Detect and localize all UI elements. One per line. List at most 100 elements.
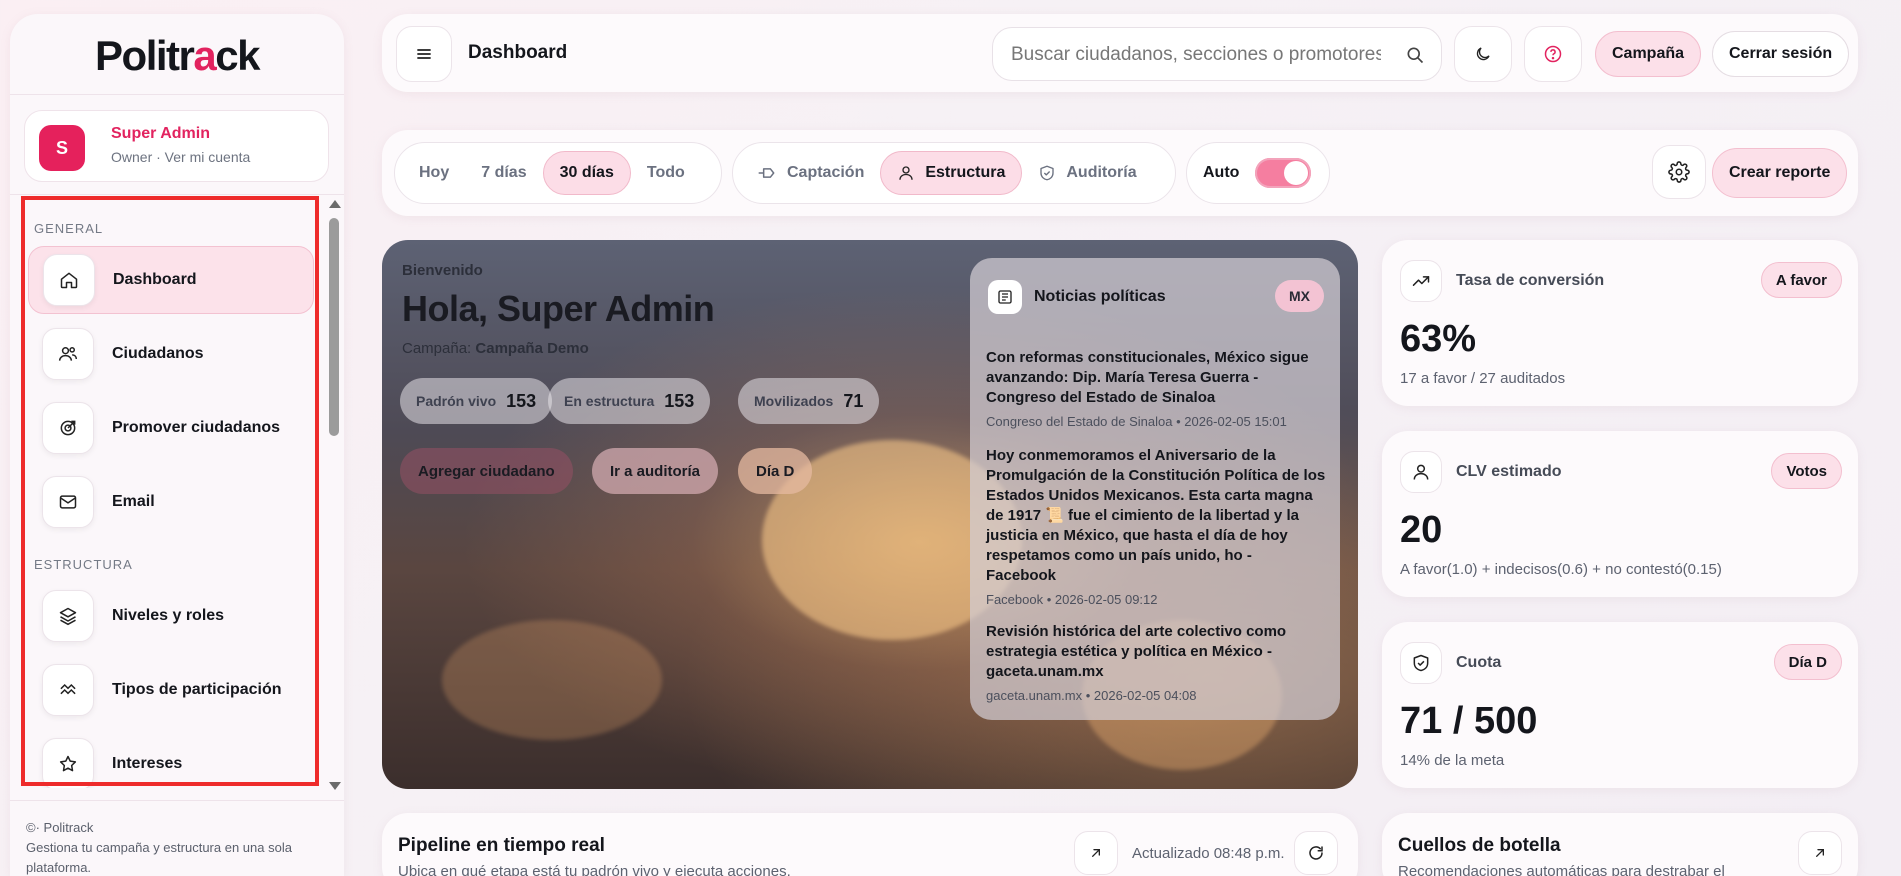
auto-toggle[interactable] <box>1255 158 1312 188</box>
sidebar-item-label: Intereses <box>112 755 183 772</box>
home-icon <box>43 254 95 306</box>
help-button[interactable] <box>1524 26 1582 82</box>
auto-label: Auto <box>1203 164 1240 181</box>
kpi-badge[interactable]: A favor <box>1760 262 1842 298</box>
users-icon <box>42 328 94 380</box>
date-range-selector: Hoy 7 días 30 días Todo <box>394 142 722 204</box>
kpi-label: CLV estimado <box>1456 463 1562 480</box>
kpi-badge[interactable]: Votos <box>1771 453 1842 489</box>
newspaper-icon <box>988 280 1022 314</box>
search-box[interactable] <box>992 27 1442 81</box>
logo-text-main: Politr <box>95 32 195 79</box>
top-bar: Dashboard Campaña Cerrar sesión <box>382 14 1858 92</box>
theme-toggle-button[interactable] <box>1454 26 1512 82</box>
view-captacion[interactable]: Captación <box>741 151 880 195</box>
go-audit-button[interactable]: Ir a auditoría <box>592 448 719 494</box>
news-headline: Con reformas constitucionales, México si… <box>986 349 1309 406</box>
scroll-up-arrow-icon[interactable] <box>329 200 341 208</box>
dia-d-button[interactable]: Día D <box>738 448 813 494</box>
stat-movilizados: Movilizados 71 <box>738 378 880 424</box>
create-report-button[interactable]: Crear reporte <box>1712 148 1848 198</box>
mail-icon <box>42 476 94 528</box>
sidebar-item-email[interactable]: Email <box>28 468 314 536</box>
news-header: Noticias políticas <box>988 280 1166 314</box>
sidebar-item-ciudadanos[interactable]: Ciudadanos <box>28 320 314 388</box>
refresh-button[interactable] <box>1294 831 1338 875</box>
stat-label: Movilizados <box>754 393 834 409</box>
stat-value: 153 <box>506 390 537 411</box>
kpi-badge[interactable]: Día D <box>1773 644 1842 680</box>
politrack-logo[interactable]: Politrack <box>10 32 344 80</box>
sidebar-item-promover[interactable]: Promover ciudadanos <box>28 394 314 462</box>
logo-text-end: ck <box>215 32 260 79</box>
kpi-subtext: 14% de la meta <box>1400 752 1505 769</box>
news-item[interactable]: Revisión histórica del arte colectivo co… <box>986 622 1326 703</box>
sidebar-item-label: Email <box>112 493 155 510</box>
add-citizen-button[interactable]: Agregar ciudadano <box>400 448 573 494</box>
sidebar-item-tipos[interactable]: Tipos de participación <box>28 656 314 724</box>
news-headline: Hoy conmemoramos el Aniversario de la Pr… <box>986 447 1326 584</box>
pipeline-open-button[interactable] <box>1074 831 1118 875</box>
range-today[interactable]: Hoy <box>403 151 465 195</box>
pipeline-card: Pipeline en tiempo real Ubica en qué eta… <box>382 813 1358 876</box>
sidebar-item-dashboard[interactable]: Dashboard <box>28 246 314 314</box>
bottlenecks-title: Cuellos de botella <box>1398 835 1561 856</box>
hero-photo-glow <box>442 620 662 740</box>
help-icon <box>1543 44 1563 64</box>
sidebar-item-intereses[interactable]: Intereses <box>28 730 314 788</box>
sidebar-scrollbar[interactable] <box>327 200 341 790</box>
gear-icon <box>1668 161 1690 183</box>
view-estructura[interactable]: Estructura <box>880 151 1023 195</box>
funnel-icon <box>757 164 777 182</box>
hero-campaign-name: Campaña Demo <box>475 340 589 357</box>
search-icon[interactable] <box>1405 45 1425 65</box>
range-7-days[interactable]: 7 días <box>465 151 542 195</box>
person-icon <box>1400 451 1442 493</box>
view-selector: Captación Estructura Auditoría <box>732 142 1176 204</box>
sidebar-item-niveles[interactable]: Niveles y roles <box>28 582 314 650</box>
pipeline-title: Pipeline en tiempo real <box>398 835 605 856</box>
stat-padron-vivo: Padrón vivo 153 <box>400 378 553 424</box>
kpi-value: 71 / 500 <box>1400 700 1538 742</box>
user-card[interactable]: S Super Admin Owner · Ver mi cuenta <box>24 110 329 182</box>
news-country-badge: MX <box>1275 280 1324 312</box>
search-input[interactable] <box>1011 38 1381 72</box>
sidebar-item-label: Dashboard <box>113 271 197 288</box>
shield-icon <box>1038 164 1056 182</box>
hero-welcome: Bienvenido <box>402 262 483 279</box>
avatar: S <box>39 125 85 171</box>
kpi-label: Tasa de conversión <box>1456 272 1605 289</box>
sidebar-divider <box>10 194 344 195</box>
news-item[interactable]: Hoy conmemoramos el Aniversario de la Pr… <box>986 446 1326 607</box>
scroll-thumb[interactable] <box>329 218 339 436</box>
nav-section-general: GENERAL <box>34 221 104 236</box>
news-meta: Congreso del Estado de Sinaloa • 2026-02… <box>986 414 1287 429</box>
view-auditoria[interactable]: Auditoría <box>1022 151 1152 195</box>
sidebar-item-label: Ciudadanos <box>112 345 204 362</box>
sidebar-nav: GENERAL Dashboard Ciudadanos Promover ci… <box>24 204 314 788</box>
range-30-days[interactable]: 30 días <box>542 151 631 195</box>
news-item[interactable]: Con reformas constitucionales, México si… <box>986 348 1326 429</box>
shield-check-icon <box>1400 642 1442 684</box>
logout-button[interactable]: Cerrar sesión <box>1712 31 1850 77</box>
settings-button[interactable] <box>1652 145 1706 199</box>
layers-icon <box>42 590 94 642</box>
kpi-value: 63% <box>1400 318 1477 360</box>
view-auditoria-label: Auditoría <box>1066 164 1137 181</box>
bottlenecks-open-button[interactable] <box>1798 831 1842 875</box>
arrow-up-right-icon <box>1088 845 1104 861</box>
hamburger-icon <box>416 47 432 61</box>
star-icon <box>42 738 94 788</box>
pipeline-subtitle: Ubica en qué etapa está tu padrón vivo y… <box>398 863 791 876</box>
user-role[interactable]: Owner · Ver mi cuenta <box>111 149 250 165</box>
kpi-subtext: A favor(1.0) + indecisos(0.6) + no conte… <box>1400 561 1722 578</box>
stat-label: Padrón vivo <box>416 393 497 409</box>
range-all[interactable]: Todo <box>631 151 701 195</box>
hero-title: Hola, Super Admin <box>402 288 715 329</box>
scroll-down-arrow-icon[interactable] <box>329 782 341 790</box>
kpi-card-conversion: Tasa de conversión A favor 63% 17 a favo… <box>1382 240 1858 406</box>
hero-campaign: Campaña: Campaña Demo <box>402 340 589 357</box>
campaign-button[interactable]: Campaña <box>1595 31 1702 77</box>
sidebar-footer: ©· Politrack Gestiona tu campaña y estru… <box>26 818 316 876</box>
menu-button[interactable] <box>396 26 452 82</box>
